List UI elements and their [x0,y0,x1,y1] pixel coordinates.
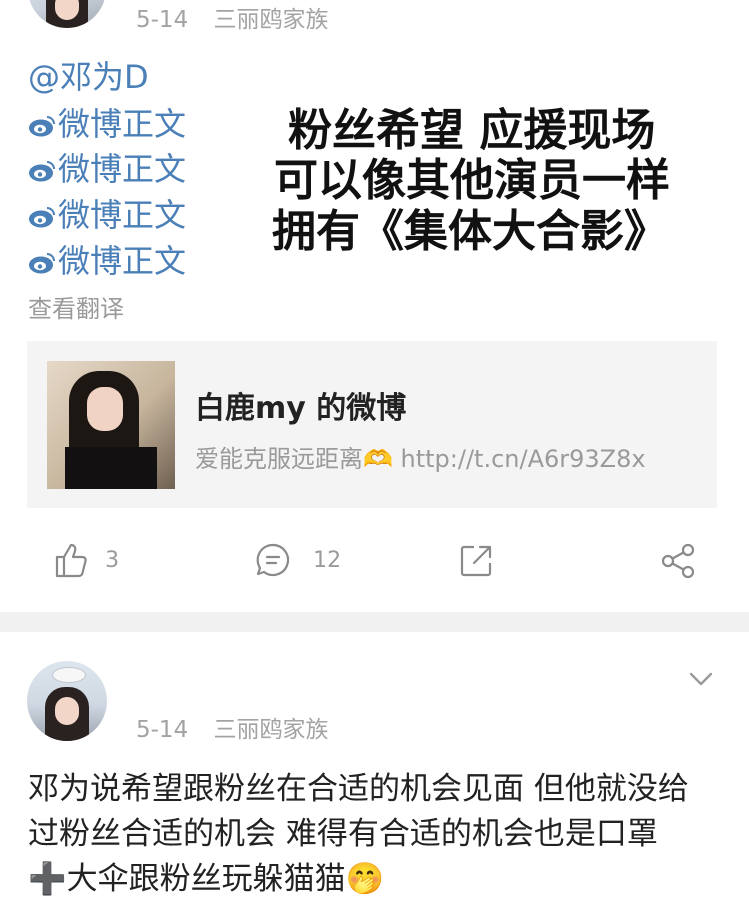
weibo-link[interactable]: 微博正文 [28,238,186,284]
card-subtitle: 爱能克服远距离🫶 http://t.cn/A6r93Z8x [195,445,646,473]
chevron-down-icon [689,672,713,686]
post-text-line: 过粉丝合适的机会 难得有合适的机会也是口罩 [28,816,658,852]
weibo-link[interactable]: 微博正文 [28,146,186,192]
post-text-line: 邓为说希望跟粉丝在合适的机会见面 但他就没给 [28,771,689,807]
like-button[interactable]: 3 [54,542,119,578]
weibo-link[interactable]: 微博正文 [28,192,186,238]
comment-button[interactable]: 12 [256,543,341,577]
weibo-icon [29,253,55,274]
post-text-line: ➕大伞跟粉丝玩躲猫猫🤭 [28,861,385,897]
avatar[interactable] [27,661,107,741]
overlay-text-line: 拥有《集体大合影》 [272,206,668,257]
weibo-icon [29,161,55,182]
comment-count: 12 [313,547,342,573]
forward-button[interactable] [459,544,493,582]
overlay-text-line: 粉丝希望 应援现场 [288,105,656,156]
post-source[interactable]: 三丽鸥家族 [214,717,329,743]
forward-icon [460,545,492,577]
post-source[interactable]: 三丽鸥家族 [214,7,329,33]
avatar[interactable] [28,0,106,28]
post-meta: 5-14 三丽鸥家族 [136,0,329,34]
post-meta: 5-14 三丽鸥家族 [136,710,329,744]
post-date: 5-14 [136,7,189,33]
card-thumbnail [47,361,175,489]
share-button[interactable] [660,543,696,583]
comment-icon [256,543,290,577]
post-separator [0,612,749,632]
weibo-icon [29,116,55,137]
mention-link[interactable]: @邓为D [28,54,149,100]
translate-link[interactable]: 查看翻译 [28,289,124,324]
like-count: 3 [105,547,120,573]
share-icon [661,543,695,579]
overlay-text-line: 可以像其他演员一样 [274,155,670,206]
card-title: 白鹿my 的微博 [195,391,407,426]
weibo-icon [29,207,55,228]
thumbs-up-icon [55,543,87,578]
post-date: 5-14 [136,717,189,743]
link-card[interactable]: 白鹿my 的微博 爱能克服远距离🫶 http://t.cn/A6r93Z8x [27,341,717,508]
more-options-button[interactable] [688,670,714,692]
weibo-link[interactable]: 微博正文 [28,101,186,147]
